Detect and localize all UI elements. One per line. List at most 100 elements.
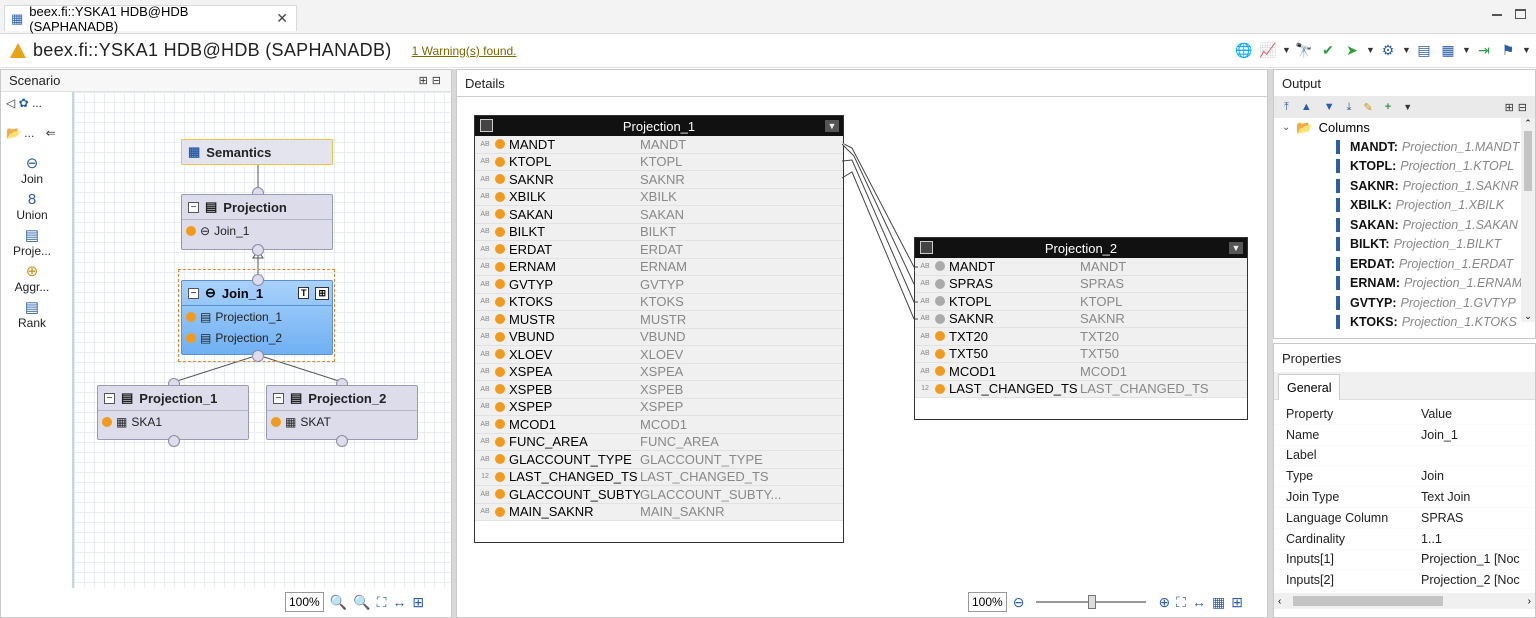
editor-tab[interactable]: ▦ beex.fi::YSKA1 HDB@HDB (SAPHANADB) ✕: [4, 4, 297, 34]
column-row[interactable]: AB SPRAS SPRAS: [915, 275, 1247, 293]
column-row[interactable]: AB MCOD1 MCOD1: [475, 416, 843, 434]
collapse-icon[interactable]: −: [104, 392, 115, 404]
output-column-item[interactable]: GVTYP: Projection_1.GVTYP: [1274, 293, 1535, 313]
collapse-arrow-icon[interactable]: ⇐: [46, 126, 56, 140]
property-row[interactable]: Cardinality 1..1: [1274, 529, 1535, 550]
move-top-icon[interactable]: ⤒: [1284, 101, 1289, 114]
chevron-down-icon[interactable]: ▼: [1229, 242, 1243, 254]
palette-item-join[interactable]: ⊖ Join: [2, 156, 62, 187]
zoom-out-icon[interactable]: ⊖: [1013, 594, 1025, 611]
column-row[interactable]: AB XSPEA XSPEA: [475, 363, 843, 381]
column-row[interactable]: AB SAKNR SAKNR: [475, 171, 843, 189]
warning-link[interactable]: 1 Warning(s) found.: [412, 44, 517, 58]
column-row[interactable]: AB GLACCOUNT_TYPE GLACCOUNT_TYPE: [475, 451, 843, 469]
text-join-icon[interactable]: T: [297, 287, 310, 299]
property-row[interactable]: Type Join: [1274, 466, 1535, 488]
scroll-up-icon[interactable]: ⌃: [1521, 118, 1535, 129]
chevron-down-icon[interactable]: ▼: [1403, 102, 1412, 112]
projection-1-node[interactable]: − ▤ Projection_1 ▦ SKA1: [97, 385, 249, 440]
column-row[interactable]: AB MAIN_SAKNR MAIN_SAKNR: [475, 503, 843, 521]
projection-2-entity[interactable]: Projection_2 ▼ AB MANDT MANDT AB SPRAS SPRAS AB…: [914, 237, 1248, 420]
fit-width-icon[interactable]: ↔: [1192, 594, 1206, 610]
property-row[interactable]: Inputs[2] Projection_2 [Noc: [1274, 570, 1535, 592]
activate-icon[interactable]: ➤: [1342, 40, 1362, 60]
node-port[interactable]: [336, 435, 348, 447]
chevron-down-icon[interactable]: ▼: [1282, 45, 1291, 55]
columns-folder[interactable]: ⌄ 📂 Columns: [1274, 118, 1535, 137]
document-icon[interactable]: ▤: [1414, 40, 1434, 60]
column-row[interactable]: AB KTOPL KTOPL: [915, 293, 1247, 311]
column-row[interactable]: AB KTOKS KTOKS: [475, 293, 843, 311]
zoom-level[interactable]: 100%: [968, 592, 1007, 612]
join-node[interactable]: − ⊖ Join_1 T ⊞ ▤ Projection_1 ▤ Projection_2: [181, 280, 333, 355]
output-column-item[interactable]: SAKNR: Projection_1.SAKNR: [1274, 176, 1535, 196]
column-row[interactable]: AB BILKT BILKT: [475, 223, 843, 241]
column-row[interactable]: AB SAKNR SAKNR: [915, 310, 1247, 328]
settings-icon[interactable]: ⚙: [1378, 40, 1398, 60]
close-icon[interactable]: ✕: [276, 10, 288, 27]
chart-icon[interactable]: 📈: [1258, 40, 1278, 60]
data-preview-icon[interactable]: ⚑: [1498, 40, 1518, 60]
output-column-item[interactable]: ERDAT: Projection_1.ERDAT: [1274, 254, 1535, 274]
zoom-level[interactable]: 100%: [285, 592, 324, 612]
palette-item-union[interactable]: 8 Union: [2, 192, 62, 223]
validate-icon[interactable]: ✔: [1318, 40, 1338, 60]
column-row[interactable]: AB XSPEB XSPEB: [475, 381, 843, 399]
globe-icon[interactable]: 🌐: [1234, 40, 1254, 60]
node-port[interactable]: [168, 435, 180, 447]
column-row[interactable]: AB XLOEV XLOEV: [475, 346, 843, 364]
zoom-out-icon[interactable]: 🔍: [330, 594, 347, 611]
chevron-down-icon[interactable]: ⌄: [1282, 122, 1290, 133]
projection-1-entity[interactable]: Projection_1 ▼ AB MANDT MANDT AB KTOPL KTOPL AB…: [474, 115, 844, 543]
property-row[interactable]: Language Column SPRAS: [1274, 508, 1535, 529]
output-column-item[interactable]: XBILK: Projection_1.XBILK: [1274, 196, 1535, 216]
chevron-down-icon[interactable]: ▼: [1402, 45, 1411, 55]
table-icon[interactable]: ⊞: [315, 286, 329, 300]
column-row[interactable]: AB SAKAN SAKAN: [475, 206, 843, 224]
chevron-down-icon[interactable]: ▼: [1366, 45, 1375, 55]
expand-collapse-icons[interactable]: ⊞⊟: [1505, 101, 1531, 114]
column-row[interactable]: AB ERDAT ERDAT: [475, 241, 843, 259]
palette-icon[interactable]: ✿: [19, 96, 29, 110]
add-icon[interactable]: +: [1385, 101, 1391, 113]
fit-width-icon[interactable]: ↔: [392, 594, 406, 610]
projection-node[interactable]: − ▤ Projection ⊖ Join_1: [181, 194, 333, 250]
semantics-node[interactable]: ▦ Semantics: [181, 139, 333, 165]
scrollbar-thumb[interactable]: [1524, 131, 1532, 191]
collapse-icon[interactable]: −: [188, 201, 199, 213]
zoom-slider[interactable]: [1036, 595, 1147, 609]
zoom-slider-thumb[interactable]: [1088, 595, 1097, 609]
property-row[interactable]: Name Join_1: [1274, 425, 1535, 446]
folder-icon[interactable]: 📂: [6, 126, 21, 140]
scrollbar[interactable]: ⌃ ⌄: [1521, 118, 1535, 322]
preview-icon[interactable]: ▦: [1438, 40, 1458, 60]
scroll-right-icon[interactable]: ›: [1528, 596, 1531, 607]
column-row[interactable]: AB TXT20 TXT20: [915, 328, 1247, 346]
column-row[interactable]: AB TXT50 TXT50: [915, 345, 1247, 363]
column-row[interactable]: AB XBILK XBILK: [475, 188, 843, 206]
chevron-down-icon[interactable]: ▼: [1462, 45, 1471, 55]
collapse-icon[interactable]: −: [188, 287, 199, 299]
palette-item-rank[interactable]: ▤ Rank: [2, 300, 62, 331]
auto-layout-icon[interactable]: ⊞: [1231, 594, 1243, 611]
column-row[interactable]: AB MANDT MANDT: [915, 258, 1247, 276]
minimize-icon[interactable]: [1492, 14, 1502, 16]
auto-layout-icon[interactable]: ⊞: [412, 594, 424, 611]
tab-general[interactable]: General: [1278, 374, 1341, 400]
binoculars-icon[interactable]: 🔭: [1294, 40, 1314, 60]
chevron-down-icon[interactable]: ▼: [1522, 45, 1531, 55]
back-icon[interactable]: ◁: [6, 96, 15, 110]
output-column-item[interactable]: KTOKS: Projection_1.KTOKS: [1274, 313, 1535, 333]
column-row[interactable]: 12 LAST_CHANGED_TS LAST_CHANGED_TS: [915, 380, 1247, 398]
column-row[interactable]: 12 LAST_CHANGED_TS LAST_CHANGED_TS: [475, 468, 843, 486]
column-row[interactable]: AB ERNAM ERNAM: [475, 258, 843, 276]
output-column-item[interactable]: BILKT: Projection_1.BILKT: [1274, 235, 1535, 255]
property-row[interactable]: Join Type Text Join: [1274, 487, 1535, 508]
move-bottom-icon[interactable]: ⤓: [1347, 101, 1352, 114]
projection-2-node[interactable]: − ▤ Projection_2 ▦ SKAT: [266, 385, 418, 440]
column-row[interactable]: AB GLACCOUNT_SUBTYPEGLACCOUNT_SUBTY...: [475, 486, 843, 504]
node-port[interactable]: [252, 274, 264, 286]
expand-collapse-icons[interactable]: ⊞⊟: [419, 74, 445, 87]
node-port[interactable]: [252, 350, 264, 362]
calculator-icon[interactable]: ▦: [1212, 594, 1225, 611]
